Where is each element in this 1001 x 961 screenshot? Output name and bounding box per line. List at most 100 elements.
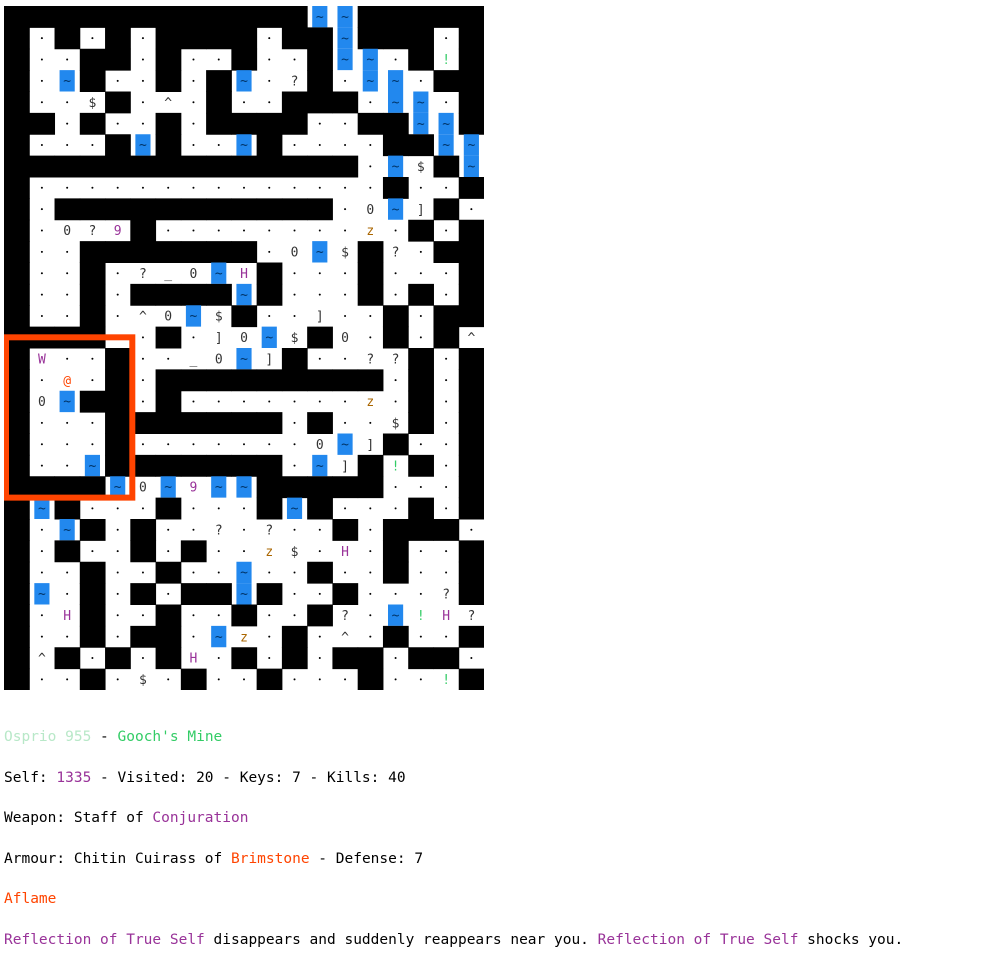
map-glyph: ? xyxy=(392,352,400,367)
message-end: shocks you. xyxy=(798,931,904,948)
map-glyph: $ xyxy=(417,160,425,175)
stats-rest: - Visited: 20 - Keys: 7 - Kills: 40 xyxy=(91,769,406,786)
floor-dot xyxy=(369,186,372,189)
water-glyph: ~ xyxy=(442,117,450,132)
floor-dot xyxy=(91,443,94,446)
floor-dot xyxy=(192,443,195,446)
dungeon-map[interactable]: ~ ~ ~ ~ ~! ~ ~? ~ ~ $ ^ ~ ~ ~ ~ ~ ~ ~ ~ ~ $ ~0 ~] 0? 9 z 0 ~ $?? _ 0 ~ H… xyxy=(4,6,484,690)
floor-dot xyxy=(192,614,195,617)
floor-dot xyxy=(344,79,347,82)
map-glyph: H xyxy=(341,545,349,560)
floor-dot xyxy=(318,357,321,360)
floor-dot xyxy=(40,101,43,104)
wall-tile xyxy=(458,91,484,114)
floor-dot xyxy=(293,678,296,681)
floor-dot xyxy=(318,143,321,146)
floor-dot xyxy=(344,229,347,232)
wall-tile xyxy=(105,390,131,413)
wall-tile xyxy=(382,27,409,50)
wall-tile xyxy=(408,369,434,392)
floor-dot xyxy=(243,101,245,104)
floor-dot xyxy=(369,635,372,638)
map-glyph: 0 xyxy=(316,438,324,453)
wall-tile xyxy=(79,604,106,627)
floor-dot xyxy=(192,58,195,61)
wall-tile xyxy=(4,219,30,242)
wall-tile xyxy=(382,112,409,135)
wall-tile xyxy=(4,668,30,690)
map-glyph: H xyxy=(442,609,450,624)
floor-dot xyxy=(419,314,422,317)
floor-dot xyxy=(369,614,372,617)
wall-tile xyxy=(54,27,81,50)
map-grid[interactable]: ~ ~ ~ ~ ~ ! ~ ~? ~ ~ $ ^ ~ ~ ~ ~ ~ ~ ~ ~ ~ $ ~0 ~] 0? 9 z 0 ~ $?? _ 0 ~ H… xyxy=(4,6,484,690)
floor-dot xyxy=(91,143,94,146)
wall-tile xyxy=(4,241,30,263)
floor-dot xyxy=(243,678,245,681)
floor-dot xyxy=(268,79,271,82)
map-glyph: 0 xyxy=(366,203,374,218)
water-glyph: ~ xyxy=(392,160,400,175)
floor-dot xyxy=(116,79,119,82)
wall-tile xyxy=(408,519,434,541)
floor-dot xyxy=(217,400,220,403)
water-glyph: ~ xyxy=(240,74,248,89)
floor-dot xyxy=(141,101,144,104)
floor-dot xyxy=(318,186,321,189)
map-glyph: z xyxy=(366,395,374,410)
wall-tile xyxy=(357,369,384,392)
wall-tile xyxy=(458,48,484,71)
wall-tile xyxy=(408,390,434,413)
wall-tile xyxy=(332,647,359,670)
floor-dot xyxy=(445,464,448,467)
map-glyph: ^ xyxy=(341,630,349,645)
wall-tile xyxy=(458,283,484,306)
map-glyph: H xyxy=(240,267,248,282)
water-glyph: ~ xyxy=(215,480,223,495)
wall-tile xyxy=(155,454,182,477)
title-line: Osprio 955 - Gooch's Mine xyxy=(4,730,999,745)
message-monster-1: Reflection of True Self xyxy=(4,931,205,948)
floor-dot xyxy=(394,485,397,488)
floor-dot xyxy=(40,635,43,638)
wall-tile xyxy=(382,540,409,563)
wall-tile xyxy=(307,48,333,71)
wall-tile xyxy=(130,198,157,221)
floor-dot xyxy=(394,272,397,275)
map-glyph: 0 xyxy=(139,481,147,496)
floor-dot xyxy=(141,656,144,659)
armour-label: Armour: Chitin Cuirass of xyxy=(4,850,231,867)
wall-tile xyxy=(130,6,157,28)
wall-tile xyxy=(458,112,484,135)
map-glyph: 0 xyxy=(240,331,248,346)
wall-tile xyxy=(180,412,207,434)
wall-tile xyxy=(307,604,333,627)
wall-tile xyxy=(458,668,484,690)
map-glyph: ^ xyxy=(467,331,475,346)
floor-dot xyxy=(91,507,94,510)
floor-dot xyxy=(344,143,347,146)
wall-tile xyxy=(408,647,434,670)
floor-dot xyxy=(40,293,43,296)
wall-tile xyxy=(54,198,81,221)
wall-tile xyxy=(4,604,30,627)
wall-tile xyxy=(79,283,106,306)
wall-tile xyxy=(408,454,434,477)
wall-tile xyxy=(458,476,484,499)
wall-tile xyxy=(130,540,157,563)
floor-dot xyxy=(445,507,448,510)
wall-tile xyxy=(155,155,182,178)
floor-dot xyxy=(66,58,69,61)
wall-tile xyxy=(458,262,484,285)
map-glyph: $ xyxy=(215,310,223,325)
water-glyph: ~ xyxy=(392,202,400,217)
floor-dot xyxy=(419,79,422,82)
floor-dot xyxy=(243,229,245,232)
wall-tile xyxy=(231,6,258,28)
wall-tile xyxy=(206,27,232,50)
wall-tile xyxy=(79,561,106,584)
map-glyph: ? xyxy=(366,352,374,367)
water-glyph: ~ xyxy=(265,331,273,346)
wall-tile xyxy=(382,6,409,28)
wall-tile xyxy=(281,625,308,648)
